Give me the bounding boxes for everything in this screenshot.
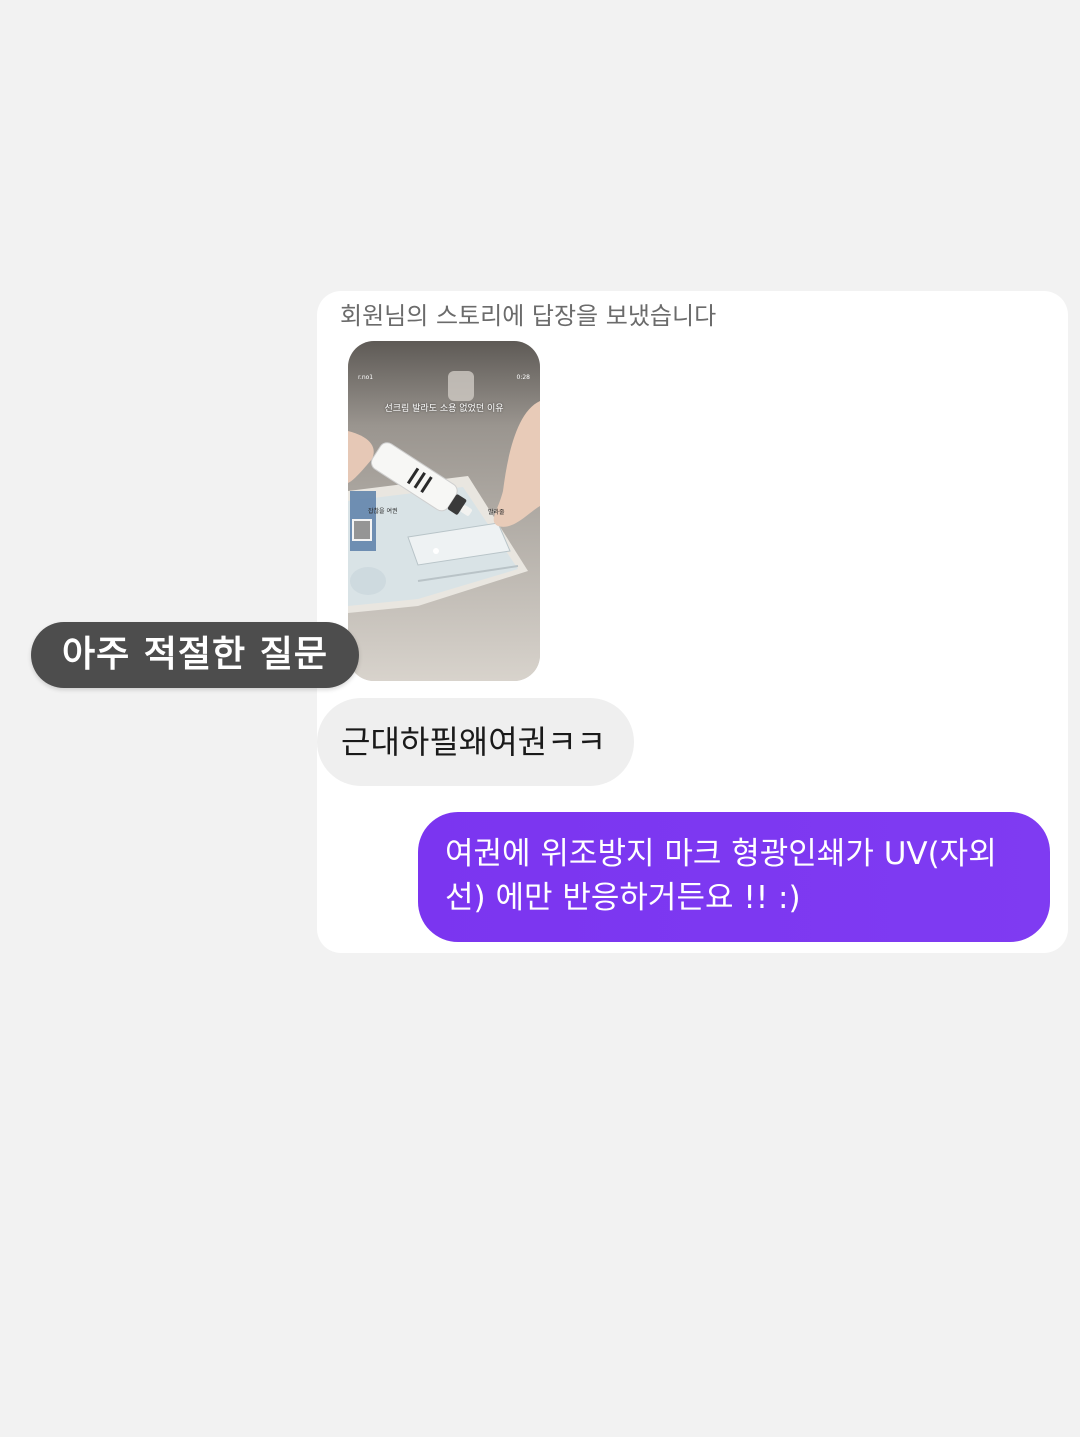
story-timestamp: 0:28 — [516, 374, 530, 381]
caption-overlay-pill: 아주 적절한 질문 — [31, 622, 359, 688]
story-caption: 선크림 발라도 소용 없었던 이유 — [384, 404, 504, 414]
story-preview-thumbnail[interactable]: r.no1 0:28 선크림 발라도 소용 없었던 이유 잡찮을 여권 발라줄 — [348, 341, 540, 681]
story-username: r.no1 — [358, 374, 374, 381]
message-bubble-sent[interactable]: 여권에 위조방지 마크 형광인쇄가 UV(자외선) 에만 반응하거든요 !! :… — [418, 812, 1050, 942]
story-reply-notice: 회원님의 스토리에 답장을 보냈습니다 — [340, 302, 717, 330]
story-label-left: 잡찮을 여권 — [368, 508, 398, 515]
message-bubble-received[interactable]: 근대하필왜여권ㅋㅋ — [317, 698, 634, 786]
story-label-right: 발라줄 — [488, 509, 505, 516]
